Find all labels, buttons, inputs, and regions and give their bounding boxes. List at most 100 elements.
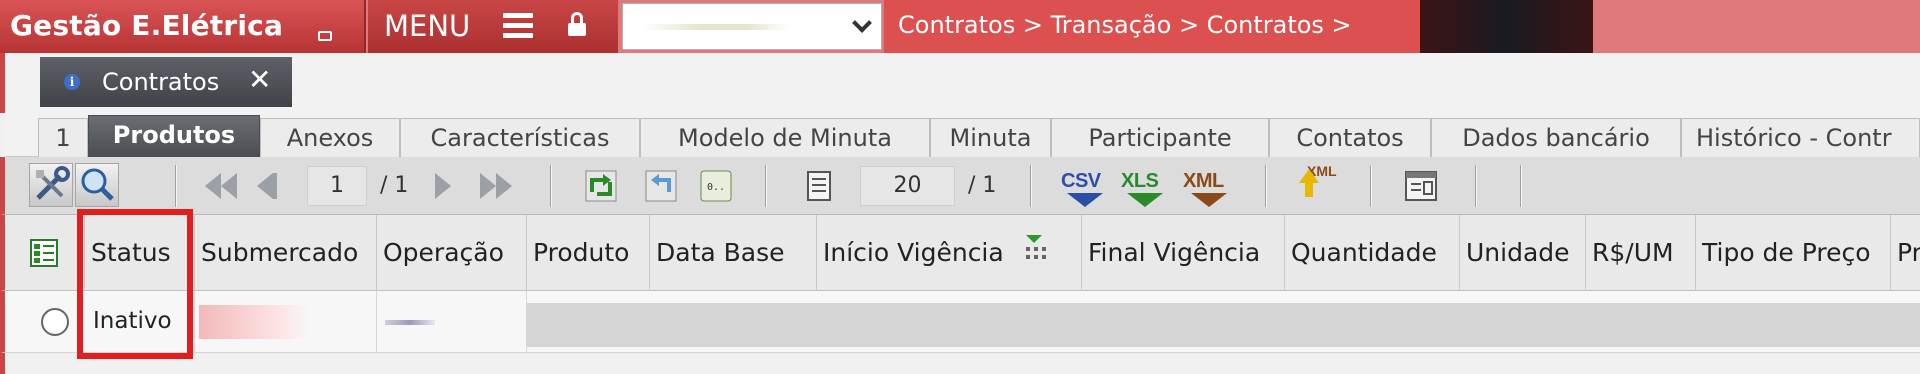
grid-footer: [0, 353, 1920, 374]
export-csv-button[interactable]: CSV: [1055, 157, 1115, 213]
hamburger-icon: [503, 13, 533, 39]
undo-icon[interactable]: [643, 168, 679, 204]
page-size-icon: [805, 170, 833, 202]
top-bar: Gestão E.Elétrica MENU Contratos > Trans…: [0, 0, 1920, 53]
app-root: Gestão E.Elétrica MENU Contratos > Trans…: [0, 0, 1920, 374]
cell-quantidade: [1285, 303, 1460, 347]
tab-anexos[interactable]: Anexos: [260, 118, 400, 157]
context-select[interactable]: [622, 3, 882, 50]
page-size-total: / 1: [968, 173, 997, 198]
download-arrow-icon: [1127, 193, 1163, 207]
sort-icon[interactable]: [1022, 233, 1052, 263]
cell-inicio-vigencia: [817, 303, 1082, 347]
toolbar-separator: [1265, 165, 1267, 207]
cell-operacao: [377, 291, 527, 353]
upload-arrow-icon: [1299, 169, 1319, 183]
breadcrumb-text: Contratos > Transação > Contratos >: [898, 11, 1352, 39]
redacted-value: [641, 24, 791, 30]
column-produto[interactable]: Produto: [527, 215, 650, 291]
status-highlight-box: [77, 209, 193, 359]
toolbar-separator: [550, 165, 552, 207]
csv-icon: CSV: [1061, 170, 1101, 192]
tab-modelo-de-minuta[interactable]: Modelo de Minuta: [640, 118, 930, 157]
page-size-input[interactable]: 20: [860, 166, 955, 206]
breadcrumb: Contratos > Transação > Contratos >: [884, 0, 1420, 53]
first-page-icon[interactable]: [205, 173, 245, 201]
refresh-icon[interactable]: [583, 168, 619, 204]
menu-button[interactable]: MENU: [368, 0, 618, 53]
column-selector[interactable]: [5, 215, 85, 291]
tab-contratos[interactable]: i Contratos ✕: [40, 57, 292, 107]
toolbar-separator: [765, 165, 767, 207]
field-icon[interactable]: 0..: [698, 168, 734, 204]
cell-pr: [1891, 303, 1920, 347]
layout-icon[interactable]: [1403, 168, 1439, 204]
window-icon[interactable]: [318, 31, 332, 41]
column-tipo-de-preco[interactable]: Tipo de Preço: [1696, 215, 1891, 291]
column-final-vigencia[interactable]: Final Vigência: [1082, 215, 1285, 291]
brand-area[interactable]: Gestão E.Elétrica: [0, 0, 366, 53]
toolbar-separator: [1520, 165, 1522, 207]
tab-label: Contratos: [102, 68, 220, 96]
redacted-value: [199, 305, 309, 339]
wrench-screwdriver-icon: [36, 166, 70, 200]
magnifier-icon: [81, 168, 114, 201]
column-rs-um[interactable]: R$/UM: [1586, 215, 1696, 291]
redacted-value: [385, 320, 435, 325]
page-number-input[interactable]: 1: [307, 166, 367, 206]
toolbar-separator: [175, 165, 177, 207]
table-row[interactable]: Inativo: [0, 291, 1920, 353]
tab-produtos[interactable]: Produtos: [88, 115, 260, 157]
tab-participante[interactable]: Participante: [1051, 118, 1269, 157]
close-icon[interactable]: ✕: [248, 63, 271, 96]
tab-caracteristicas[interactable]: Características: [400, 118, 640, 157]
lock-icon[interactable]: [566, 12, 588, 38]
detail-tabs: 1 Produtos Anexos Características Modelo…: [5, 113, 1920, 157]
export-xml-button[interactable]: XML: [1177, 157, 1241, 213]
toolbar-separator: [1370, 165, 1372, 207]
row-select-radio[interactable]: [41, 308, 69, 336]
menu-label: MENU: [384, 9, 471, 43]
import-xml-button[interactable]: XML: [1295, 161, 1343, 209]
cell-data-base: [650, 303, 817, 347]
document-tabs: i Contratos ✕: [0, 53, 1920, 113]
grid-toolbar: 1 / 1 0.. 20 / 1 CSV XLS XML XML: [0, 157, 1920, 215]
app-title: Gestão E.Elétrica: [10, 9, 284, 42]
download-arrow-icon: [1067, 193, 1103, 207]
tab-minuta[interactable]: Minuta: [930, 118, 1051, 157]
cell-produto: [527, 303, 650, 347]
checklist-icon: [30, 239, 58, 267]
tab-contatos[interactable]: Contatos: [1269, 118, 1431, 157]
cell-rs-um: [1586, 303, 1696, 347]
toolbar-separator: [1475, 165, 1477, 207]
info-icon: i: [64, 74, 80, 90]
svg-text:0..: 0..: [707, 182, 725, 193]
redacted-breadcrumb: [1420, 0, 1593, 53]
cell-unidade: [1460, 303, 1586, 347]
column-inicio-vigencia[interactable]: Início Vigência: [817, 215, 1082, 291]
column-submercado[interactable]: Submercado: [195, 215, 377, 291]
tab-dados-bancario[interactable]: Dados bancário: [1431, 118, 1681, 157]
column-inicio-vigencia-label: Início Vigência: [823, 238, 1004, 267]
xml-icon: XML: [1183, 170, 1224, 192]
tools-button[interactable]: [29, 163, 73, 207]
toolbar-separator: [1030, 165, 1032, 207]
cell-tipo-de-preco: [1696, 303, 1891, 347]
column-data-base[interactable]: Data Base: [650, 215, 817, 291]
tab-historico[interactable]: Histórico - Contr: [1681, 118, 1920, 157]
column-unidade[interactable]: Unidade: [1460, 215, 1586, 291]
prev-page-icon[interactable]: [257, 173, 281, 201]
download-arrow-icon: [1191, 193, 1227, 207]
search-button[interactable]: [75, 163, 119, 207]
xls-icon: XLS: [1121, 170, 1159, 192]
page-total: / 1: [380, 173, 409, 198]
grid-header: Status Submercado Operação Produto Data …: [0, 215, 1920, 291]
export-xls-button[interactable]: XLS: [1115, 157, 1175, 213]
tab-1[interactable]: 1: [38, 118, 88, 157]
column-pr[interactable]: Pr: [1891, 215, 1920, 291]
last-page-icon[interactable]: [480, 173, 520, 201]
next-page-icon[interactable]: [435, 173, 459, 201]
upload-arrow-stem: [1305, 183, 1313, 197]
column-quantidade[interactable]: Quantidade: [1285, 215, 1460, 291]
column-operacao[interactable]: Operação: [377, 215, 527, 291]
